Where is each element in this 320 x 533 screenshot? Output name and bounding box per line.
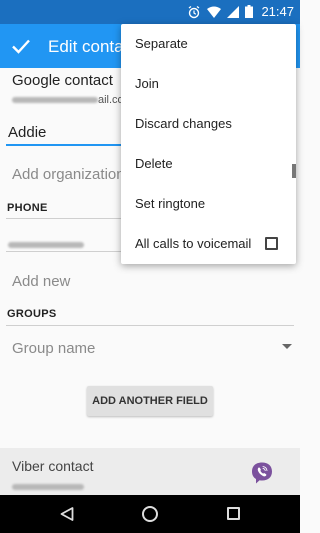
alarm-icon [189, 5, 200, 18]
status-time: 21:47 [261, 4, 294, 19]
menu-item-label: All calls to voicemail [135, 236, 252, 251]
menu-item-all-calls-to-voicemail[interactable]: All calls to voicemail [121, 224, 296, 264]
add-another-field-button[interactable]: ADD ANOTHER FIELD [87, 386, 213, 416]
home-icon[interactable] [142, 506, 158, 522]
group-name-select[interactable]: Group name [12, 340, 95, 357]
menu-item-set-ringtone[interactable]: Set ringtone [121, 184, 296, 224]
menu-item-discard-changes[interactable]: Discard changes [121, 104, 296, 144]
back-icon[interactable] [59, 506, 75, 522]
status-icons: 21:47 [187, 4, 294, 19]
viber-icon[interactable] [250, 461, 274, 485]
organization-field[interactable]: Add organization [12, 166, 125, 183]
status-bar: 21:47 [0, 0, 300, 24]
check-icon[interactable] [10, 35, 32, 57]
groups-divider [6, 325, 294, 326]
navigation-bar [0, 495, 300, 533]
voicemail-checkbox[interactable] [265, 237, 278, 250]
account-title: Google contact [12, 72, 113, 89]
signal-icon [227, 5, 240, 18]
name-field[interactable]: Addie [6, 122, 126, 146]
viber-number [12, 478, 84, 496]
add-phone-field[interactable]: Add new [12, 273, 70, 290]
viber-section: Viber contact [0, 448, 300, 501]
phone-heading: PHONE [7, 202, 48, 214]
overflow-menu: Separate Join Discard changes Delete Set… [121, 24, 296, 264]
redacted-phone [8, 241, 84, 248]
account-email: ail.com [12, 94, 133, 106]
dropdown-arrow-icon[interactable] [282, 344, 292, 349]
menu-item-separate[interactable]: Separate [121, 24, 296, 64]
phone-field[interactable] [6, 230, 126, 252]
battery-icon [245, 5, 254, 18]
groups-heading: GROUPS [7, 308, 57, 320]
redacted-email [12, 97, 98, 104]
wifi-icon [207, 6, 222, 18]
menu-item-join[interactable]: Join [121, 64, 296, 104]
menu-item-delete[interactable]: Delete [121, 144, 296, 184]
viber-title: Viber contact [12, 458, 94, 474]
scrollbar[interactable] [292, 164, 296, 178]
redacted-viber-number [12, 483, 84, 490]
recents-icon[interactable] [227, 507, 240, 520]
